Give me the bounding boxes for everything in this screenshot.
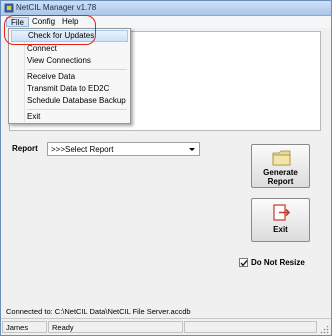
- exit-button-label: Exit: [273, 225, 288, 234]
- checkmark-icon: [240, 260, 248, 267]
- generate-report-button[interactable]: Generate Report: [251, 144, 310, 188]
- menu-separator: [27, 69, 127, 70]
- generate-button-label-line2: Report: [267, 177, 294, 186]
- menu-item-exit[interactable]: Exit: [11, 111, 128, 123]
- report-select-value: >>>Select Report: [51, 145, 114, 154]
- folder-icon: [272, 150, 291, 166]
- app-icon: [4, 3, 14, 13]
- menu-item-view-connections[interactable]: View Connections: [11, 55, 128, 67]
- chevron-down-icon[interactable]: [187, 144, 197, 154]
- menu-item-transmit-data[interactable]: Transmit Data to ED2C: [11, 83, 128, 95]
- red-annotation-ellipse: [4, 15, 96, 45]
- menu-item-receive-data[interactable]: Receive Data: [11, 71, 128, 83]
- connection-path-text: Connected to: C:\NetCIL Data\NetCIL File…: [6, 307, 191, 316]
- exit-button[interactable]: Exit: [251, 198, 310, 242]
- title-bar[interactable]: NetCIL Manager v1.78: [1, 1, 331, 16]
- do-not-resize-checkbox[interactable]: [239, 258, 248, 267]
- status-user: James Moore: [2, 321, 47, 336]
- do-not-resize-label: Do Not Resize: [251, 258, 305, 267]
- window-title: NetCIL Manager v1.78: [16, 3, 97, 12]
- exit-door-icon: [273, 204, 291, 221]
- menu-separator: [27, 109, 127, 110]
- status-bar: James Moore Ready: [1, 318, 331, 336]
- status-text: Ready: [48, 321, 183, 333]
- resize-grip-icon[interactable]: [320, 325, 329, 334]
- report-label: Report: [12, 144, 38, 153]
- generate-button-label-line1: Generate: [263, 168, 298, 177]
- app-window: NetCIL Manager v1.78 File Config Help Ch…: [0, 0, 332, 336]
- status-empty-panel: [184, 321, 317, 333]
- report-select[interactable]: >>>Select Report: [47, 142, 200, 156]
- menu-item-schedule-backup[interactable]: Schedule Database Backup: [11, 95, 128, 107]
